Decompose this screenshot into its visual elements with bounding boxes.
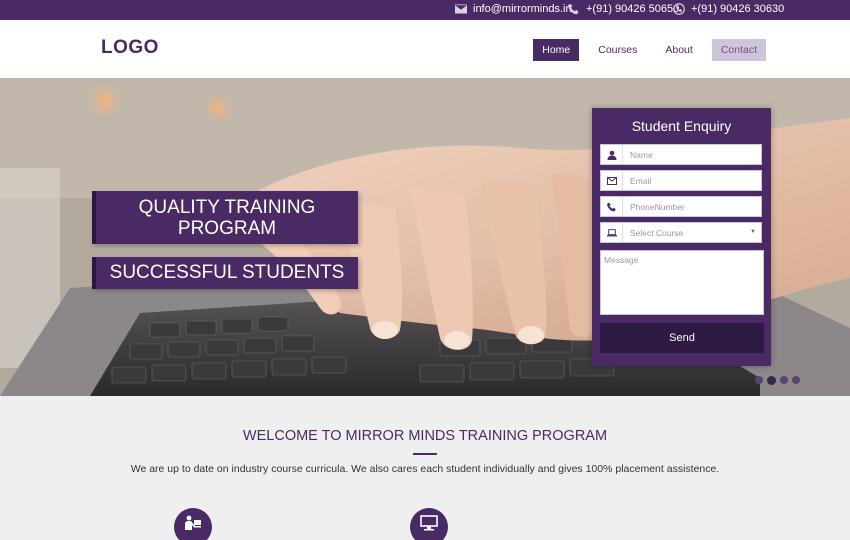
top-contact-bar: info@mirrorminds.in +(91) 90426 50650 +(… <box>0 0 850 20</box>
phone-number-field[interactable]: PhoneNumber <box>600 196 762 217</box>
chevron-down-icon: ▼ <box>750 229 756 235</box>
slider-dot[interactable] <box>792 376 800 384</box>
topbar-whatsapp-text: +(91) 90426 30630 <box>691 3 785 15</box>
topbar-email-text: info@mirrorminds.in <box>473 3 572 15</box>
course-select[interactable]: Select Course ▼ <box>600 222 762 243</box>
welcome-title: WELCOME TO MIRROR MINDS TRAINING PROGRAM <box>242 428 608 444</box>
topbar-phone[interactable]: +(91) 90426 50650 <box>568 3 679 15</box>
welcome-text: We are up to date on industry course cur… <box>130 463 720 475</box>
student-enquiry-form: Student Enquiry Name Email PhoneNumber S… <box>592 108 771 366</box>
email-placeholder: Email <box>630 175 652 186</box>
topbar-phone-text: +(91) 90426 50650 <box>586 3 680 15</box>
hero-headline: QUALITY TRAINING PROGRAM <box>92 191 358 244</box>
topbar-whatsapp[interactable]: +(91) 90426 30630 <box>673 3 784 15</box>
slider-dots <box>755 375 800 385</box>
message-textarea[interactable]: Message <box>600 250 764 315</box>
site-header: LOGO Home Courses About Contact <box>0 20 850 78</box>
phone-icon <box>568 3 579 15</box>
hero-slider: QUALITY TRAINING PROGRAM SUCCESSFUL STUD… <box>0 78 850 396</box>
site-logo[interactable]: LOGO <box>101 37 159 59</box>
name-field[interactable]: Name <box>600 144 762 165</box>
name-placeholder: Name <box>630 149 653 160</box>
feature-training-icon <box>174 508 212 540</box>
student-laptop-icon <box>185 515 201 530</box>
hero-subheadline: SUCCESSFUL STUDENTS <box>92 257 358 289</box>
feature-computer-icon <box>410 508 448 540</box>
nav-home[interactable]: Home <box>533 39 580 61</box>
nav-about[interactable]: About <box>656 39 701 61</box>
topbar-email[interactable]: info@mirrorminds.in <box>455 3 572 15</box>
email-field[interactable]: Email <box>600 170 762 191</box>
monitor-icon <box>420 515 438 531</box>
phone-icon <box>606 202 616 211</box>
slider-dot[interactable] <box>780 376 788 384</box>
course-placeholder: Select Course <box>630 227 684 238</box>
nav-contact[interactable]: Contact <box>711 39 766 61</box>
whatsapp-icon <box>673 3 685 15</box>
enquiry-title: Student Enquiry <box>631 118 732 134</box>
title-divider <box>413 453 437 455</box>
slider-dot-active[interactable] <box>767 375 776 385</box>
main-nav: Home Courses About Contact <box>533 39 766 61</box>
envelope-icon <box>455 4 467 14</box>
welcome-section: WELCOME TO MIRROR MINDS TRAINING PROGRAM… <box>0 396 850 540</box>
nav-courses[interactable]: Courses <box>589 39 646 61</box>
laptop-icon <box>606 228 617 236</box>
message-placeholder: Message <box>604 255 639 265</box>
phone-placeholder: PhoneNumber <box>630 201 685 212</box>
user-icon <box>607 150 616 160</box>
slider-dot[interactable] <box>755 376 763 384</box>
send-button[interactable]: Send <box>600 323 764 353</box>
envelope-icon <box>606 176 617 185</box>
